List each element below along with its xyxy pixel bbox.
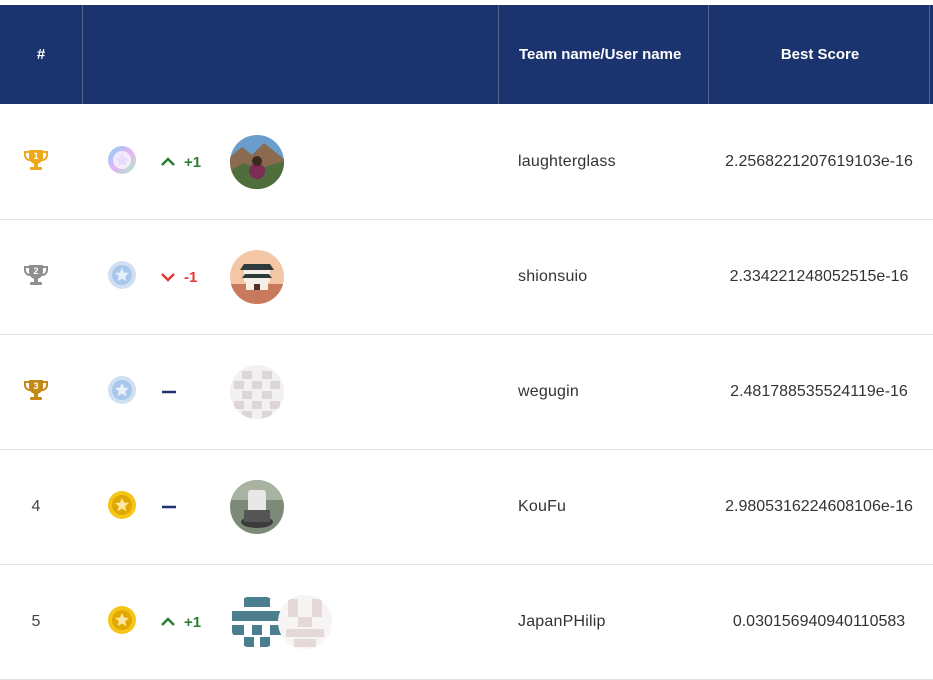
chevron-up-icon bbox=[161, 157, 175, 166]
svg-text:2: 2 bbox=[33, 266, 38, 276]
gold-medal-icon bbox=[107, 605, 137, 640]
team-name[interactable]: shionsuio bbox=[518, 220, 698, 334]
tier-cell bbox=[104, 565, 140, 679]
table-header: # Team name/User name Best Score bbox=[0, 5, 933, 104]
tier-cell bbox=[104, 220, 140, 334]
avatar-cell bbox=[230, 450, 350, 564]
tier-cell bbox=[104, 450, 140, 564]
rank-column-header[interactable]: # bbox=[0, 5, 82, 104]
platinum-medal-icon bbox=[107, 145, 137, 180]
rank-change-cell bbox=[160, 335, 220, 449]
rank-change: +1 bbox=[160, 154, 201, 171]
tier-cell bbox=[104, 105, 140, 219]
temple-avatar[interactable] bbox=[230, 250, 284, 304]
avatar-cell bbox=[230, 565, 350, 679]
avatar-cell bbox=[230, 220, 350, 334]
rank-change-cell: +1 bbox=[160, 105, 220, 219]
table-row[interactable]: 3 wegugin 2.481788535524119e-16 bbox=[0, 335, 933, 450]
identicon-avatar[interactable] bbox=[230, 365, 284, 419]
leaderboard-table: # Team name/User name Best Score 1 +1 la… bbox=[0, 0, 933, 680]
team-name[interactable]: KouFu bbox=[518, 450, 698, 564]
chevron-down-icon bbox=[161, 273, 175, 282]
table-row[interactable]: 4 KouFu 2.9805316224608106e-16 bbox=[0, 450, 933, 565]
best-score: 2.481788535524119e-16 bbox=[730, 383, 908, 400]
best-score: 2.334221248052515e-16 bbox=[729, 268, 909, 285]
rank-change bbox=[160, 386, 178, 398]
chevron-up-icon bbox=[161, 617, 175, 626]
table-row[interactable]: 2 -1 shionsuio 2.334221248052515e-16 bbox=[0, 220, 933, 335]
rank-change-value: +1 bbox=[184, 613, 202, 631]
avatar-cell bbox=[230, 335, 350, 449]
silver-medal-icon bbox=[107, 375, 137, 410]
identicon-avatar[interactable] bbox=[278, 595, 332, 649]
best-score: 2.9805316224608106e-16 bbox=[725, 498, 913, 515]
no-change-dash-icon bbox=[162, 505, 176, 509]
team-name-column-header[interactable]: Team name/User name bbox=[498, 5, 708, 104]
rank-number: 5 bbox=[31, 613, 41, 630]
table-row[interactable]: 5 +1 JapanPHilip 0.030156940940110583 bbox=[0, 565, 933, 680]
rank-change-cell: -1 bbox=[160, 220, 220, 334]
rank-change-value: -1 bbox=[184, 268, 198, 286]
silver-medal-icon bbox=[107, 260, 137, 295]
rank-change-cell bbox=[160, 450, 220, 564]
header-edge bbox=[929, 5, 933, 104]
rank-change-value: +1 bbox=[184, 153, 202, 171]
rank-change bbox=[160, 501, 178, 513]
table-row[interactable]: 1 +1 laughterglass 2.2568221207619103e-1… bbox=[0, 105, 933, 220]
svg-text:3: 3 bbox=[33, 381, 38, 391]
team-icons-column-header bbox=[82, 5, 499, 104]
best-score: 0.030156940940110583 bbox=[732, 613, 906, 630]
avatar-cell bbox=[230, 105, 350, 219]
team-name[interactable]: JapanPHilip bbox=[518, 565, 698, 679]
identicon-team-avatar[interactable] bbox=[230, 595, 284, 649]
rank-change-cell: +1 bbox=[160, 565, 220, 679]
gold-medal-icon bbox=[107, 490, 137, 525]
team-name[interactable]: wegugin bbox=[518, 335, 698, 449]
rank-cell: 1 bbox=[0, 105, 72, 219]
photo-avatar[interactable] bbox=[230, 480, 284, 534]
rank-change: -1 bbox=[160, 269, 197, 286]
landscape-photo-avatar[interactable] bbox=[230, 135, 284, 189]
gold-trophy-icon: 1 bbox=[23, 147, 49, 178]
svg-text:1: 1 bbox=[33, 151, 38, 161]
best-score: 2.2568221207619103e-16 bbox=[725, 153, 913, 170]
rank-cell: 2 bbox=[0, 220, 72, 334]
silver-trophy-icon: 2 bbox=[23, 262, 49, 293]
best-score-column-header[interactable]: Best Score bbox=[708, 5, 931, 104]
tier-cell bbox=[104, 335, 140, 449]
rank-number: 4 bbox=[31, 498, 41, 515]
bronze-trophy-icon: 3 bbox=[23, 377, 49, 408]
rank-cell: 3 bbox=[0, 335, 72, 449]
no-change-dash-icon bbox=[162, 390, 176, 394]
rank-change: +1 bbox=[160, 614, 201, 631]
team-name[interactable]: laughterglass bbox=[518, 105, 698, 219]
